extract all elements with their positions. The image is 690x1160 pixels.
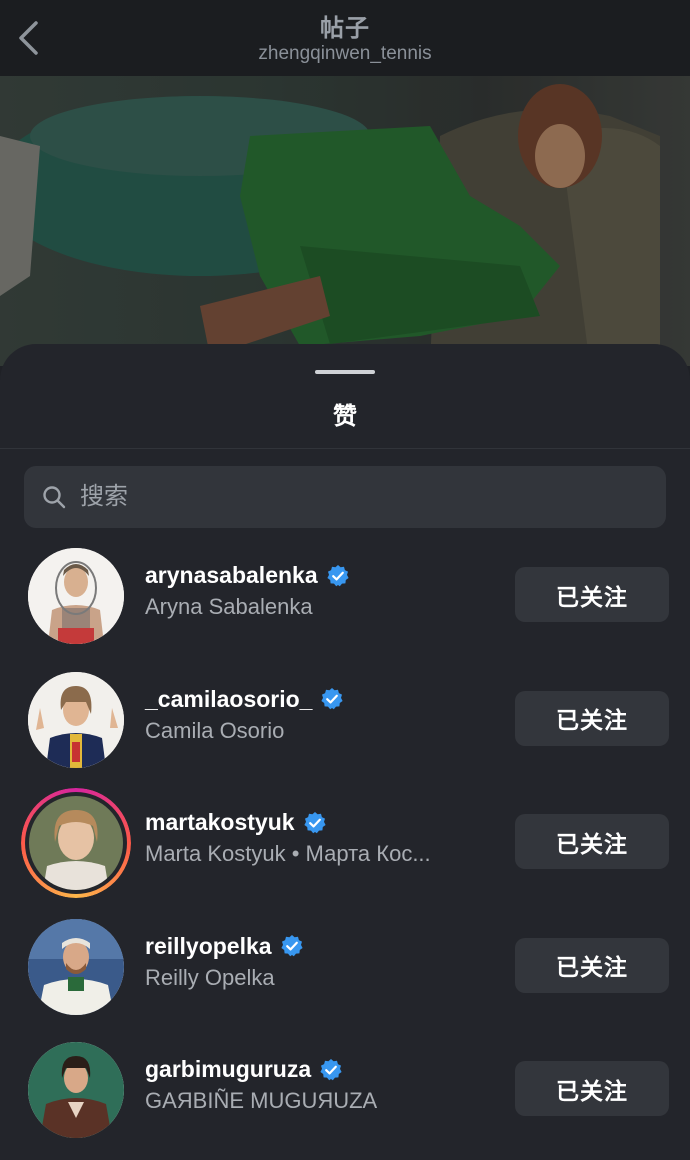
search-bar[interactable]	[24, 466, 666, 528]
username-text[interactable]: martakostyuk	[145, 809, 295, 836]
liker-list: arynasabalenka Aryna Sabalenka 已关注 _cami…	[0, 540, 690, 1158]
following-button[interactable]: 已关注	[515, 814, 669, 869]
full-name: GAЯBIÑE MUGUЯUZA	[145, 1088, 378, 1113]
username-text[interactable]: garbimuguruza	[145, 1056, 311, 1083]
search-icon	[43, 486, 66, 509]
list-item[interactable]: garbimuguruza GAЯBIÑE MUGUЯUZA 已关注	[0, 1034, 690, 1158]
list-item[interactable]: reillyopelka Reilly Opelka 已关注	[0, 911, 690, 1035]
post-image	[0, 76, 690, 366]
full-name: Aryna Sabalenka	[145, 594, 313, 619]
avatar[interactable]	[28, 548, 124, 644]
avatar[interactable]	[28, 1042, 124, 1138]
username[interactable]: _camilaosorio_	[145, 686, 344, 713]
verified-badge-icon	[280, 935, 303, 957]
full-name: Camila Osorio	[145, 717, 285, 743]
username-text[interactable]: _camilaosorio_	[145, 686, 312, 713]
list-item[interactable]: _camilaosorio_ Camila Osorio 已关注	[0, 664, 690, 788]
divider	[0, 448, 690, 449]
top-navbar: 帖子 zhengqinwen_tennis	[0, 0, 690, 76]
avatar-with-story-ring[interactable]	[21, 788, 131, 898]
verified-badge-icon	[320, 1058, 342, 1080]
verified-badge-icon	[321, 688, 344, 710]
username[interactable]: martakostyuk	[145, 809, 327, 836]
likes-sheet: 赞 arynasabalenka	[0, 344, 690, 1160]
search-input[interactable]	[78, 482, 642, 512]
avatar[interactable]	[28, 918, 124, 1015]
page-title: 帖子	[320, 15, 370, 42]
following-button[interactable]: 已关注	[515, 1061, 669, 1116]
full-name: Reilly Opelka	[145, 964, 275, 990]
verified-badge-icon	[327, 564, 349, 586]
following-button[interactable]: 已关注	[515, 690, 669, 746]
username[interactable]: arynasabalenka	[145, 562, 350, 589]
list-item[interactable]: martakostyuk Marta Kostyuk • Марта Кос..…	[0, 787, 690, 911]
username[interactable]: reillyopelka	[145, 933, 304, 960]
following-button[interactable]: 已关注	[515, 937, 669, 993]
username[interactable]: garbimuguruza	[145, 1056, 343, 1083]
full-name: Marta Kostyuk • Марта Кос...	[145, 841, 431, 866]
list-item[interactable]: arynasabalenka Aryna Sabalenka 已关注	[0, 540, 690, 664]
sheet-title: 赞	[333, 403, 357, 430]
page-subtitle: zhengqinwen_tennis	[258, 43, 432, 64]
sheet-grabber[interactable]	[315, 370, 375, 374]
following-button[interactable]: 已关注	[515, 567, 669, 622]
username-text[interactable]: reillyopelka	[145, 933, 272, 960]
username-text[interactable]: arynasabalenka	[145, 562, 318, 589]
avatar[interactable]	[28, 671, 124, 768]
verified-badge-icon	[303, 811, 326, 833]
